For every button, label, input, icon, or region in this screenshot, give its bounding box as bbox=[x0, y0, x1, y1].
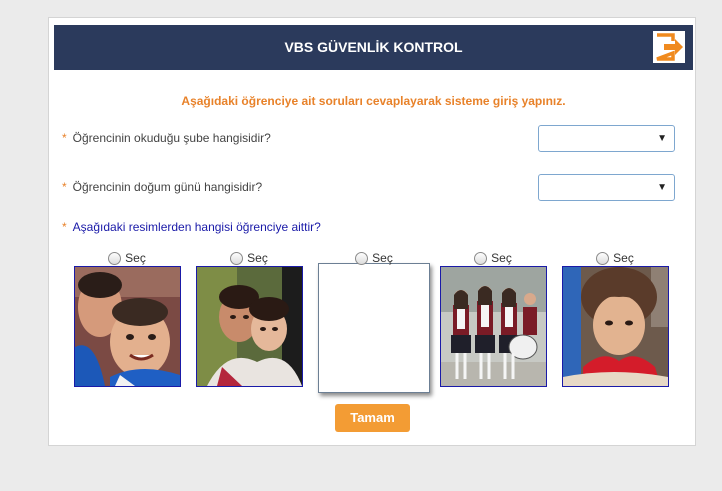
required-mark: * bbox=[62, 180, 67, 194]
question-photo: * Aşağıdaki resimlerden hangisi öğrenciye… bbox=[62, 220, 321, 234]
instruction-text: Aşağıdaki öğrenciye ait soruları cevapla… bbox=[181, 94, 566, 108]
choice-radio-row: Seç bbox=[195, 250, 303, 266]
choice-radio[interactable] bbox=[355, 251, 369, 265]
photo-blank[interactable] bbox=[318, 263, 430, 393]
photo-choice-1: Seç bbox=[73, 250, 181, 387]
birthday-select[interactable]: ▼ bbox=[538, 174, 675, 201]
choice-radio-row: Seç bbox=[73, 250, 181, 266]
exit-arrow-icon bbox=[654, 32, 684, 62]
choice-radio-row: Seç bbox=[439, 250, 547, 266]
header-bar: VBS GÜVENLİK KONTROL bbox=[54, 25, 693, 70]
exit-button[interactable] bbox=[653, 31, 685, 63]
choice-label: Seç bbox=[613, 251, 634, 265]
question-birthday-label: Öğrencinin doğum günü hangisidir? bbox=[72, 180, 263, 194]
choice-radio[interactable] bbox=[474, 251, 488, 265]
choice-label: Seç bbox=[491, 251, 512, 265]
required-mark: * bbox=[62, 131, 67, 145]
photo-two-girls[interactable] bbox=[195, 266, 303, 387]
photo-two-boys[interactable] bbox=[73, 266, 181, 387]
choice-radio[interactable] bbox=[108, 251, 122, 265]
choice-radio-row: Seç bbox=[561, 250, 669, 266]
dropdown-arrow-icon: ▼ bbox=[657, 182, 667, 193]
photo-girls-with-drum[interactable] bbox=[439, 266, 547, 387]
dropdown-arrow-icon: ▼ bbox=[657, 133, 667, 144]
choice-label: Seç bbox=[125, 251, 146, 265]
photo-choice-2: Seç bbox=[195, 250, 303, 387]
question-branch: * Öğrencinin okuduğu şube hangisidir? bbox=[62, 131, 271, 145]
photo-choice-5: Seç bbox=[561, 250, 669, 387]
choice-label: Seç bbox=[247, 251, 268, 265]
question-branch-label: Öğrencinin okuduğu şube hangisidir? bbox=[72, 131, 271, 145]
choice-label: Seç bbox=[372, 251, 393, 265]
branch-select[interactable]: ▼ bbox=[538, 125, 675, 152]
photo-choice-3: Seç bbox=[315, 250, 433, 393]
photo-girl-red-scarf[interactable] bbox=[561, 266, 669, 387]
choice-radio[interactable] bbox=[596, 251, 610, 265]
required-mark: * bbox=[62, 220, 67, 234]
page-title: VBS GÜVENLİK KONTROL bbox=[284, 39, 463, 55]
photo-choice-4: Seç bbox=[439, 250, 547, 387]
submit-button[interactable]: Tamam bbox=[335, 404, 410, 432]
question-birthday: * Öğrencinin doğum günü hangisidir? bbox=[62, 180, 262, 194]
choice-radio[interactable] bbox=[230, 251, 244, 265]
question-photo-label: Aşağıdaki resimlerden hangisi öğrenciye … bbox=[72, 220, 321, 234]
